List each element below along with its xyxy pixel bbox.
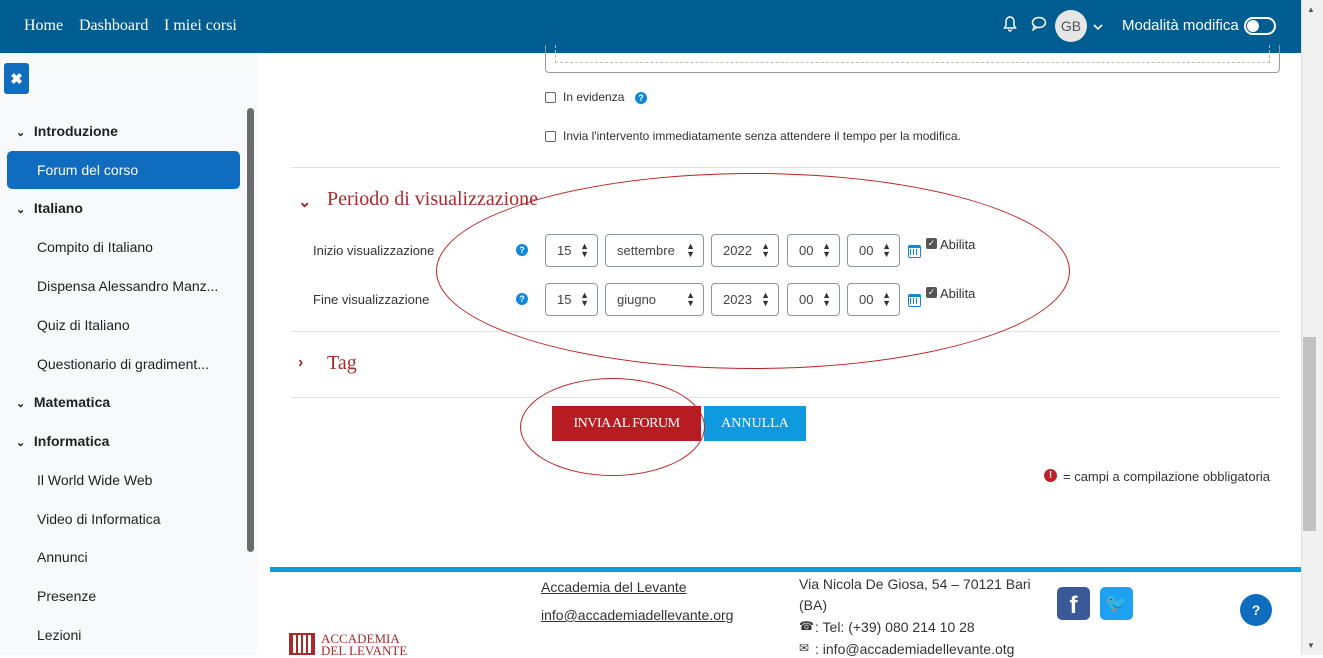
- divider: [291, 167, 1280, 168]
- close-drawer-button[interactable]: ✖: [4, 63, 29, 94]
- display-end-label: Fine visualizzazione: [313, 292, 430, 307]
- required-icon: !: [1044, 469, 1057, 482]
- footer-email-link[interactable]: info@accademiadellevante.org: [541, 607, 733, 623]
- help-icon[interactable]: ?: [635, 92, 647, 104]
- footer-address: Via Nicola De Giosa, 54 – 70121 Bari: [799, 576, 1031, 592]
- sidebar-item-compito-italiano[interactable]: Compito di Italiano: [37, 239, 153, 255]
- sidebar-item-lezioni[interactable]: Lezioni: [37, 627, 81, 643]
- annotation-ellipse: [436, 173, 1070, 369]
- bell-icon[interactable]: [1003, 16, 1017, 36]
- envelope-icon: ✉: [799, 641, 810, 655]
- message-editor-area: [555, 45, 1270, 63]
- chevron-down-icon[interactable]: ⌄: [298, 192, 311, 212]
- sidebar-item-presenze[interactable]: Presenze: [37, 588, 96, 604]
- sidebar-item-forum-del-corso[interactable]: Forum del corso: [7, 151, 240, 189]
- twitter-icon[interactable]: 🐦: [1100, 587, 1133, 620]
- page-footer: [257, 572, 1301, 655]
- messages-icon[interactable]: [1031, 16, 1047, 35]
- tags-legend[interactable]: Tag: [327, 352, 357, 375]
- scroll-down-icon[interactable]: ▼: [1307, 641, 1315, 650]
- nav-home-link[interactable]: Home: [24, 17, 63, 35]
- section-label: Matematica: [33, 394, 111, 410]
- mail-now-checkbox[interactable]: [545, 131, 556, 142]
- required-note: = campi a compilazione obbligatoria: [1063, 469, 1271, 484]
- cancel-button[interactable]: ANNULLA: [704, 406, 806, 441]
- chevron-down-icon: ⌄: [16, 398, 26, 410]
- academy-logo-text: ACCADEMIA DEL LEVANTE: [321, 632, 408, 658]
- pinned-label: In evidenza: [563, 90, 625, 104]
- edit-mode-toggle[interactable]: [1244, 17, 1276, 35]
- section-label: Informatica: [33, 433, 110, 449]
- sidebar-section-matematica[interactable]: ⌄ Matematica: [16, 394, 110, 410]
- sidebar-item-quiz-italiano[interactable]: Quiz di Italiano: [37, 317, 130, 333]
- chevron-down-icon: ⌄: [16, 204, 26, 216]
- chevron-down-icon: ⌄: [16, 437, 26, 449]
- sidebar-section-italiano[interactable]: ⌄ Italiano: [16, 200, 83, 216]
- chevron-right-icon[interactable]: ›: [298, 354, 303, 372]
- sidebar-scrollbar[interactable]: [247, 108, 254, 552]
- academy-logo-icon: [289, 633, 315, 655]
- edit-mode-label: Modalità modifica: [1122, 17, 1239, 34]
- sidebar-section-introduzione[interactable]: ⌄ Introduzione: [16, 123, 118, 139]
- display-start-label: Inizio visualizzazione: [313, 243, 435, 258]
- nav-my-courses-link[interactable]: I miei corsi: [164, 17, 237, 35]
- scroll-up-icon[interactable]: ▲: [1307, 5, 1315, 14]
- footer-province: (BA): [799, 597, 827, 613]
- page-scrollbar[interactable]: [1301, 0, 1323, 655]
- sidebar-item-world-wide-web[interactable]: Il World Wide Web: [37, 472, 152, 488]
- sidebar-item-annunci[interactable]: Annunci: [37, 549, 88, 565]
- footer-top-bar: [270, 567, 1301, 572]
- sidebar-item-video-informatica[interactable]: Video di Informatica: [37, 511, 160, 527]
- close-icon: ✖: [10, 70, 23, 88]
- section-label: Introduzione: [33, 123, 118, 139]
- help-button[interactable]: ?: [1240, 594, 1272, 626]
- mail-now-label: Invia l'intervento immediatamente senza …: [563, 129, 961, 143]
- facebook-icon[interactable]: f: [1057, 587, 1090, 620]
- display-period-legend[interactable]: Periodo di visualizzazione: [327, 188, 538, 211]
- logo-line-2: DEL LEVANTE: [321, 643, 408, 658]
- user-menu-chevron-down-icon[interactable]: [1093, 18, 1103, 35]
- chevron-down-icon: ⌄: [16, 127, 26, 139]
- page-scrollbar-thumb[interactable]: [1303, 337, 1316, 531]
- divider: [291, 397, 1280, 398]
- sidebar-item-dispensa[interactable]: Dispensa Alessandro Manz...: [37, 278, 218, 294]
- footer-org-link[interactable]: Accademia del Levante: [541, 579, 687, 595]
- phone-icon: ☎: [799, 619, 814, 633]
- pinned-checkbox[interactable]: [545, 92, 556, 103]
- footer-phone: : Tel: (+39) 080 214 10 28: [815, 619, 975, 635]
- nav-dashboard-link[interactable]: Dashboard: [79, 17, 148, 35]
- section-label: Italiano: [33, 200, 83, 216]
- annotation-ellipse: [520, 378, 705, 476]
- user-avatar[interactable]: GB: [1055, 10, 1087, 42]
- sidebar-section-informatica[interactable]: ⌄ Informatica: [16, 433, 109, 449]
- sidebar-item-questionario[interactable]: Questionario di gradiment...: [37, 356, 209, 372]
